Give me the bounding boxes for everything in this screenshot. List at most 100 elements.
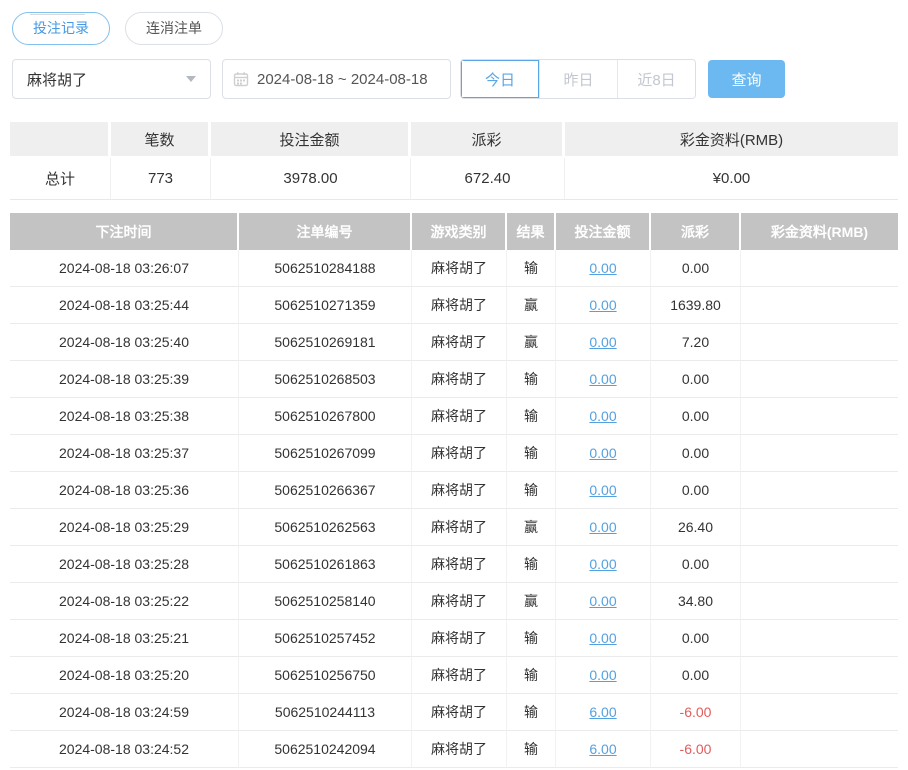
cell-order-no: 5062510262563 bbox=[239, 509, 412, 546]
cell-order-no: 5062510242094 bbox=[239, 731, 412, 768]
bet-amount-link[interactable]: 6.00 bbox=[589, 704, 616, 720]
cell-payout: 0.00 bbox=[651, 620, 741, 657]
header-result: 结果 bbox=[507, 213, 556, 250]
date-range-value: 2024-08-18 ~ 2024-08-18 bbox=[257, 70, 428, 88]
header-bet-time: 下注时间 bbox=[10, 213, 239, 250]
bet-amount-link[interactable]: 0.00 bbox=[589, 556, 616, 572]
cell-bet-time: 2024-08-18 03:25:40 bbox=[10, 324, 239, 361]
cell-bet-time: 2024-08-18 03:24:59 bbox=[10, 694, 239, 731]
quick-button-today[interactable]: 今日 bbox=[461, 60, 539, 98]
bet-amount-link[interactable]: 0.00 bbox=[589, 408, 616, 424]
cell-order-no: 5062510244113 bbox=[239, 694, 412, 731]
cell-order-no: 5062510267099 bbox=[239, 435, 412, 472]
cell-order-no: 5062510257452 bbox=[239, 620, 412, 657]
cell-game-type: 麻将胡了 bbox=[412, 361, 507, 398]
cell-bonus bbox=[741, 250, 898, 287]
cell-payout: 0.00 bbox=[651, 657, 741, 694]
table-row: 2024-08-18 03:25:44 5062510271359 麻将胡了 赢… bbox=[10, 287, 898, 324]
bet-records-table: 下注时间 注单编号 游戏类别 结果 投注金额 派彩 彩金资料(RMB) 2024… bbox=[10, 213, 898, 768]
summary-header-bonus: 彩金资料(RMB) bbox=[565, 122, 898, 158]
cell-bet-time: 2024-08-18 03:24:52 bbox=[10, 731, 239, 768]
cell-payout: 0.00 bbox=[651, 398, 741, 435]
bet-amount-link[interactable]: 0.00 bbox=[589, 334, 616, 350]
cell-payout: 0.00 bbox=[651, 546, 741, 583]
cell-bonus bbox=[741, 620, 898, 657]
cell-result: 输 bbox=[507, 620, 556, 657]
table-row: 2024-08-18 03:24:52 5062510242094 麻将胡了 输… bbox=[10, 731, 898, 768]
tab-cancelled-orders[interactable]: 连消注单 bbox=[125, 12, 223, 45]
bet-amount-link[interactable]: 0.00 bbox=[589, 445, 616, 461]
cell-order-no: 5062510256750 bbox=[239, 657, 412, 694]
bet-amount-link[interactable]: 0.00 bbox=[589, 667, 616, 683]
cell-bet-amount: 0.00 bbox=[556, 250, 651, 287]
cell-game-type: 麻将胡了 bbox=[412, 287, 507, 324]
tab-bet-records[interactable]: 投注记录 bbox=[12, 12, 110, 45]
cell-bet-time: 2024-08-18 03:25:44 bbox=[10, 287, 239, 324]
bet-amount-link[interactable]: 0.00 bbox=[589, 482, 616, 498]
cell-bet-amount: 0.00 bbox=[556, 583, 651, 620]
cell-payout: 0.00 bbox=[651, 435, 741, 472]
summary-header-count: 笔数 bbox=[111, 122, 211, 158]
cell-payout: 34.80 bbox=[651, 583, 741, 620]
cell-bet-amount: 0.00 bbox=[556, 361, 651, 398]
cell-game-type: 麻将胡了 bbox=[412, 435, 507, 472]
cell-bet-time: 2024-08-18 03:25:38 bbox=[10, 398, 239, 435]
cell-order-no: 5062510271359 bbox=[239, 287, 412, 324]
bet-amount-link[interactable]: 0.00 bbox=[589, 593, 616, 609]
chevron-down-icon bbox=[186, 76, 196, 82]
search-button[interactable]: 查询 bbox=[708, 60, 785, 98]
bet-amount-link[interactable]: 0.00 bbox=[589, 519, 616, 535]
table-row: 2024-08-18 03:25:21 5062510257452 麻将胡了 输… bbox=[10, 620, 898, 657]
cell-bonus bbox=[741, 694, 898, 731]
table-row: 2024-08-18 03:24:59 5062510244113 麻将胡了 输… bbox=[10, 694, 898, 731]
cell-result: 输 bbox=[507, 546, 556, 583]
bet-amount-link[interactable]: 0.00 bbox=[589, 630, 616, 646]
cell-game-type: 麻将胡了 bbox=[412, 694, 507, 731]
quick-button-last8days[interactable]: 近8日 bbox=[617, 60, 695, 98]
cell-payout: 26.40 bbox=[651, 509, 741, 546]
cell-bet-time: 2024-08-18 03:25:28 bbox=[10, 546, 239, 583]
cell-bet-time: 2024-08-18 03:25:21 bbox=[10, 620, 239, 657]
table-row: 2024-08-18 03:26:07 5062510284188 麻将胡了 输… bbox=[10, 250, 898, 287]
cell-order-no: 5062510269181 bbox=[239, 324, 412, 361]
cell-payout: 7.20 bbox=[651, 324, 741, 361]
cell-result: 输 bbox=[507, 472, 556, 509]
bet-amount-link[interactable]: 0.00 bbox=[589, 297, 616, 313]
header-bonus: 彩金资料(RMB) bbox=[741, 213, 898, 250]
cell-bet-amount: 6.00 bbox=[556, 694, 651, 731]
cell-payout: -6.00 bbox=[651, 694, 741, 731]
summary-total-label: 总计 bbox=[10, 158, 111, 200]
header-order-no: 注单编号 bbox=[239, 213, 412, 250]
cell-bonus bbox=[741, 546, 898, 583]
cell-bet-time: 2024-08-18 03:25:20 bbox=[10, 657, 239, 694]
game-select[interactable]: 麻将胡了 bbox=[12, 59, 211, 99]
cell-game-type: 麻将胡了 bbox=[412, 250, 507, 287]
cell-bonus bbox=[741, 287, 898, 324]
table-header-row: 下注时间 注单编号 游戏类别 结果 投注金额 派彩 彩金资料(RMB) bbox=[10, 213, 898, 250]
bet-amount-link[interactable]: 0.00 bbox=[589, 260, 616, 276]
cell-bet-time: 2024-08-18 03:25:22 bbox=[10, 583, 239, 620]
date-range-picker[interactable]: 2024-08-18 ~ 2024-08-18 bbox=[222, 59, 451, 99]
cell-result: 赢 bbox=[507, 287, 556, 324]
cell-bet-amount: 6.00 bbox=[556, 731, 651, 768]
cell-bet-time: 2024-08-18 03:25:39 bbox=[10, 361, 239, 398]
bet-amount-link[interactable]: 6.00 bbox=[589, 741, 616, 757]
bet-amount-link[interactable]: 0.00 bbox=[589, 371, 616, 387]
cell-game-type: 麻将胡了 bbox=[412, 472, 507, 509]
top-tabs: 投注记录 连消注单 bbox=[12, 12, 908, 45]
quick-button-yesterday[interactable]: 昨日 bbox=[539, 60, 617, 98]
cell-game-type: 麻将胡了 bbox=[412, 620, 507, 657]
cell-order-no: 5062510268503 bbox=[239, 361, 412, 398]
header-payout: 派彩 bbox=[651, 213, 741, 250]
cell-game-type: 麻将胡了 bbox=[412, 324, 507, 361]
summary-header-empty bbox=[10, 122, 111, 158]
cell-game-type: 麻将胡了 bbox=[412, 657, 507, 694]
cell-bet-amount: 0.00 bbox=[556, 398, 651, 435]
cell-bonus bbox=[741, 509, 898, 546]
summary-header-bet-amount: 投注金额 bbox=[211, 122, 411, 158]
cell-bet-time: 2024-08-18 03:26:07 bbox=[10, 250, 239, 287]
cell-order-no: 5062510267800 bbox=[239, 398, 412, 435]
cell-order-no: 5062510266367 bbox=[239, 472, 412, 509]
table-row: 2024-08-18 03:25:36 5062510266367 麻将胡了 输… bbox=[10, 472, 898, 509]
cell-bet-amount: 0.00 bbox=[556, 287, 651, 324]
